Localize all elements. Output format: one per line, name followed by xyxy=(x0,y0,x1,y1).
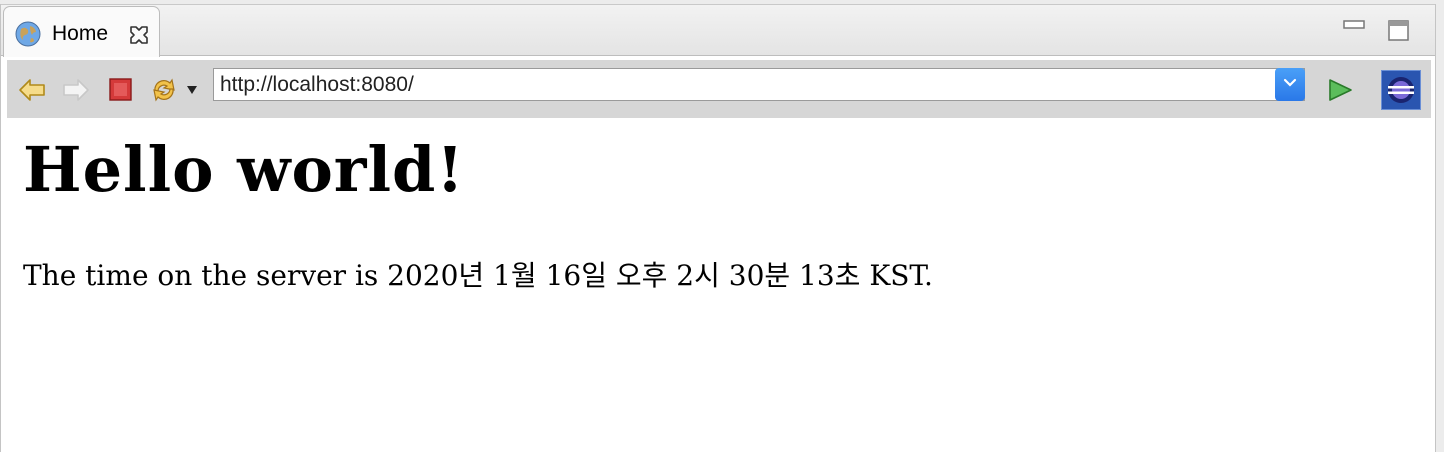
url-input[interactable] xyxy=(214,69,1276,100)
url-field[interactable] xyxy=(213,68,1305,101)
close-tab-icon[interactable] xyxy=(128,24,150,46)
chevron-down-icon xyxy=(1283,78,1297,87)
tab-title: Home xyxy=(52,22,109,45)
tab-home[interactable]: Home xyxy=(3,6,160,57)
browser-toolbar xyxy=(7,60,1431,118)
eclipse-logo xyxy=(1388,77,1414,103)
back-arrow-icon[interactable] xyxy=(17,75,47,105)
maximize-icon[interactable] xyxy=(1387,19,1411,43)
server-time-text: The time on the server is 2020년 1월 16일 오… xyxy=(23,259,933,292)
globe-icon xyxy=(15,21,41,47)
stop-icon[interactable] xyxy=(106,75,136,105)
refresh-icon[interactable] xyxy=(149,75,179,105)
go-icon[interactable] xyxy=(1325,75,1355,105)
tab-strip: Home xyxy=(1,4,1435,57)
page-content: Hello world! The time on the server is 2… xyxy=(23,134,933,294)
browser-window: Home http://localhost:8080/ Hello world!… xyxy=(0,4,1436,452)
forward-arrow-icon[interactable] xyxy=(61,75,91,105)
minimize-icon[interactable] xyxy=(1343,19,1367,33)
refresh-dropdown-icon[interactable] xyxy=(186,85,198,95)
page-heading: Hello world! xyxy=(23,133,465,206)
eclipse-icon[interactable] xyxy=(1381,70,1421,110)
url-history-dropdown[interactable] xyxy=(1275,68,1305,101)
